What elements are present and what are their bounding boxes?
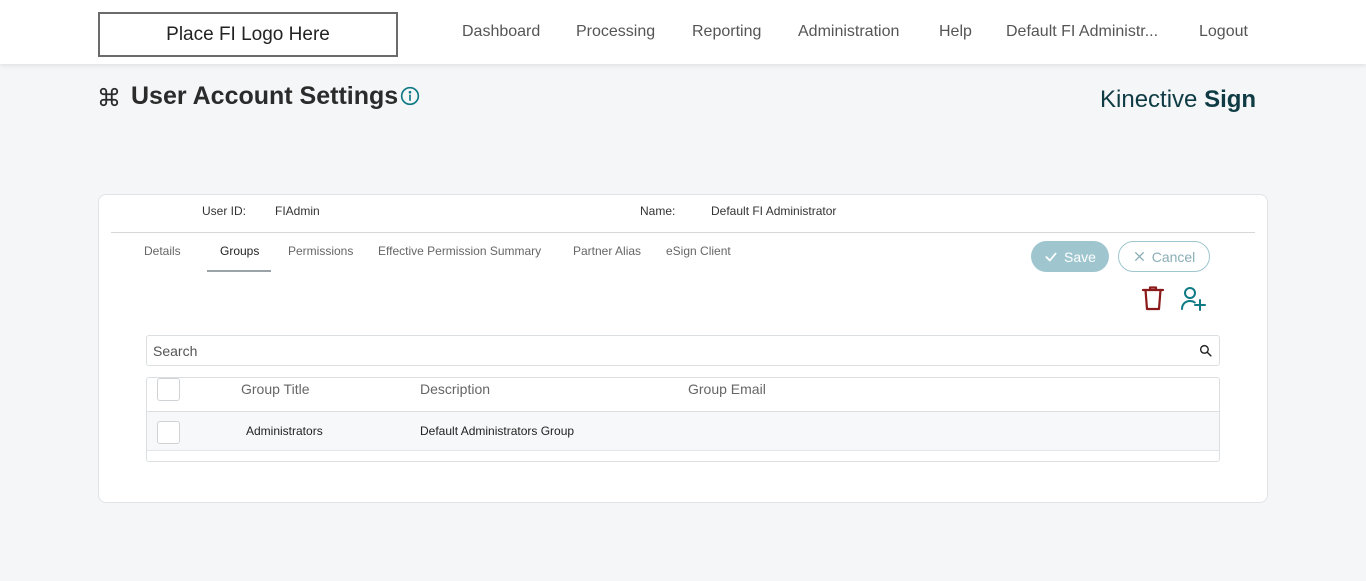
tab-groups[interactable]: Groups <box>220 244 259 258</box>
column-header-group-email[interactable]: Group Email <box>688 381 766 397</box>
row-checkbox[interactable] <box>157 421 180 444</box>
nav-reporting[interactable]: Reporting <box>692 0 761 64</box>
groups-table: Group Title Description Group Email Admi… <box>146 377 1220 462</box>
cell-description: Default Administrators Group <box>420 424 575 438</box>
tab-details[interactable]: Details <box>144 244 181 258</box>
brand-logo: Kinective Sign <box>1100 86 1256 114</box>
user-settings-card: User ID: FIAdmin Name: Default FI Admini… <box>98 194 1268 503</box>
page-title: User Account Settings <box>131 82 399 110</box>
name-value: Default FI Administrator <box>711 204 837 218</box>
info-icon[interactable] <box>400 86 420 106</box>
search-icon[interactable] <box>1199 344 1212 357</box>
save-button[interactable]: Save <box>1031 241 1109 272</box>
nav-dashboard[interactable]: Dashboard <box>462 0 540 64</box>
search-box <box>146 335 1220 366</box>
divider <box>111 232 1255 233</box>
cell-group-title: Administrators <box>246 424 323 438</box>
nav-logout[interactable]: Logout <box>1199 0 1248 64</box>
tab-permissions[interactable]: Permissions <box>288 244 353 258</box>
fi-logo-placeholder: Place FI Logo Here <box>98 12 398 57</box>
search-input[interactable] <box>147 336 1177 365</box>
close-icon <box>1134 252 1144 261</box>
command-icon <box>99 87 119 107</box>
nav-administration[interactable]: Administration <box>798 0 899 64</box>
top-bar: Place FI Logo Here Dashboard Processing … <box>0 0 1366 64</box>
tab-partner-alias[interactable]: Partner Alias <box>573 244 641 258</box>
save-button-label: Save <box>1064 248 1096 265</box>
table-row[interactable]: Administrators Default Administrators Gr… <box>147 412 1219 451</box>
cancel-button-label: Cancel <box>1151 248 1196 265</box>
nav-user-menu[interactable]: Default FI Administr... <box>1006 0 1158 64</box>
nav-processing[interactable]: Processing <box>576 0 655 64</box>
cancel-button[interactable]: Cancel <box>1118 241 1210 272</box>
select-all-checkbox[interactable] <box>157 378 180 401</box>
column-header-description[interactable]: Description <box>420 381 490 397</box>
add-user-icon[interactable] <box>1180 285 1206 311</box>
user-id-label: User ID: <box>202 204 247 218</box>
user-id-value: FIAdmin <box>275 204 320 218</box>
check-icon <box>1045 252 1057 261</box>
brand-logo-light: Kinective <box>1100 86 1205 113</box>
trash-icon[interactable] <box>1141 285 1165 311</box>
table-header: Group Title Description Group Email <box>147 378 1219 412</box>
column-header-group-title[interactable]: Group Title <box>241 381 309 397</box>
brand-logo-bold: Sign <box>1204 86 1257 113</box>
tab-esign-client[interactable]: eSign Client <box>666 244 731 258</box>
active-tab-indicator <box>207 270 271 272</box>
nav-help[interactable]: Help <box>939 0 972 64</box>
name-label: Name: <box>640 204 676 218</box>
tab-effective-permission-summary[interactable]: Effective Permission Summary <box>378 244 541 258</box>
